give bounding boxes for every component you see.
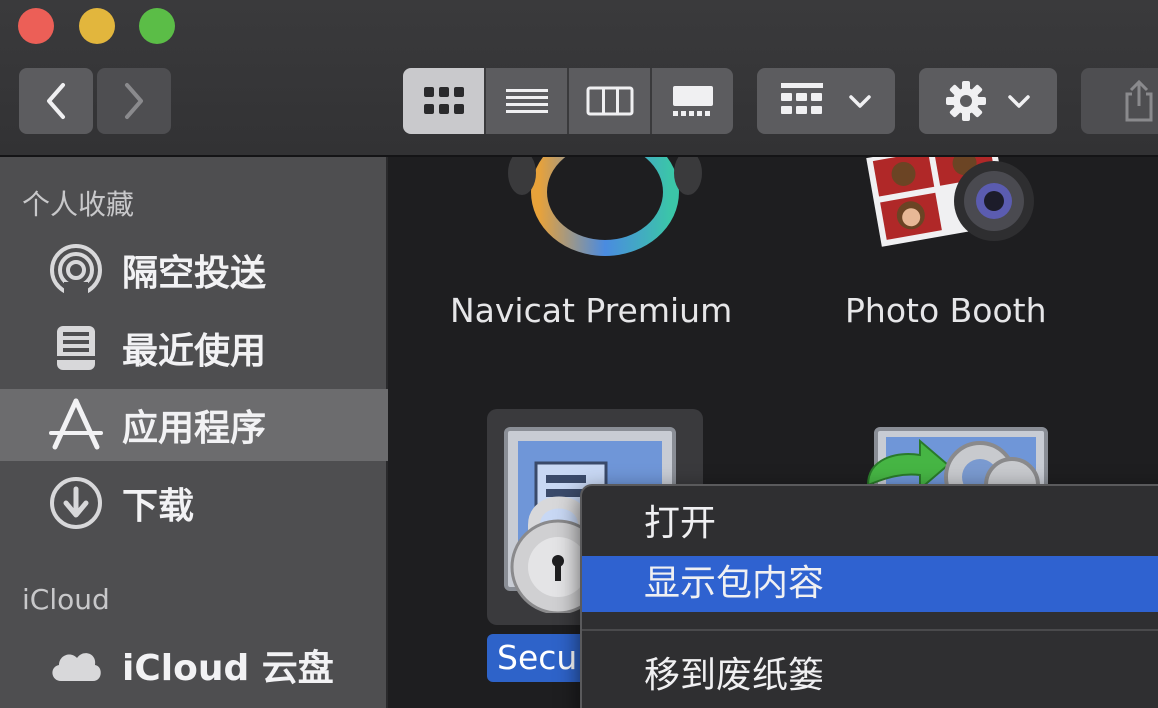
- context-menu: 打开 显示包内容 移到废纸篓: [580, 484, 1158, 708]
- sidebar-item-label: iCloud 云盘: [122, 648, 334, 689]
- columns-icon: [586, 86, 633, 116]
- menu-item-show-package-contents[interactable]: 显示包内容: [582, 556, 1158, 612]
- menu-separator: [582, 629, 1158, 631]
- menu-item-move-to-trash[interactable]: 移到废纸篓: [582, 648, 1158, 704]
- sidebar-item-applications[interactable]: 应用程序: [0, 389, 388, 461]
- close-window-button[interactable]: [18, 8, 54, 44]
- sidebar-item-recents[interactable]: 最近使用: [0, 312, 388, 384]
- sidebar-item-label: 应用程序: [122, 408, 267, 449]
- favorites-header: 个人收藏: [22, 188, 135, 221]
- action-menu-button[interactable]: [919, 68, 1057, 134]
- app-name: Navicat Premium: [450, 291, 733, 330]
- forward-button[interactable]: [97, 68, 171, 134]
- zoom-window-button[interactable]: [139, 8, 175, 44]
- sidebar-item-icloud-drive[interactable]: iCloud 云盘: [0, 629, 388, 701]
- photo-booth-icon: [866, 157, 1034, 247]
- share-button[interactable]: [1081, 68, 1158, 134]
- icon-grid-icon: [423, 87, 464, 114]
- chevron-left-icon: [47, 83, 65, 119]
- share-icon: [1125, 79, 1153, 122]
- recents-icon: [46, 318, 106, 378]
- downloads-icon: [46, 473, 106, 533]
- applications-icon: [46, 395, 106, 455]
- sidebar: 个人收藏 隔空投送 最近使用 应用程序 下载 iCloud iCloud 云盘: [0, 157, 388, 708]
- group-grid-icon: [781, 83, 823, 114]
- navicat-icon: [508, 157, 702, 256]
- cloud-icon: [46, 635, 106, 695]
- view-mode-control: [403, 68, 733, 134]
- minimize-window-button[interactable]: [79, 8, 115, 44]
- column-view-button[interactable]: [569, 68, 652, 134]
- group-by-button[interactable]: [757, 68, 895, 134]
- menu-item-open[interactable]: 打开: [582, 496, 1158, 552]
- list-icon: [505, 89, 548, 113]
- toolbar: [0, 0, 1158, 157]
- airdrop-icon: [46, 240, 106, 300]
- gallery-view-button[interactable]: [652, 68, 733, 134]
- chevron-right-icon: [125, 83, 143, 119]
- app-name: Photo Booth: [845, 291, 1047, 330]
- finder-window: 个人收藏 隔空投送 最近使用 应用程序 下载 iCloud iCloud 云盘 …: [0, 0, 1158, 708]
- chevron-down-icon: [849, 95, 871, 108]
- gallery-icon: [672, 86, 713, 116]
- gear-icon: [946, 81, 986, 121]
- sidebar-item-label: 最近使用: [122, 331, 267, 372]
- sidebar-item-label: 隔空投送: [122, 253, 267, 294]
- icon-view-button[interactable]: [403, 68, 486, 134]
- icloud-header: iCloud: [22, 583, 110, 616]
- sidebar-item-label: 下载: [122, 486, 195, 527]
- back-button[interactable]: [19, 68, 93, 134]
- chevron-down-icon: [1008, 95, 1030, 108]
- sidebar-item-downloads[interactable]: 下载: [0, 467, 388, 539]
- sidebar-item-airdrop[interactable]: 隔空投送: [0, 234, 388, 306]
- list-view-button[interactable]: [486, 68, 569, 134]
